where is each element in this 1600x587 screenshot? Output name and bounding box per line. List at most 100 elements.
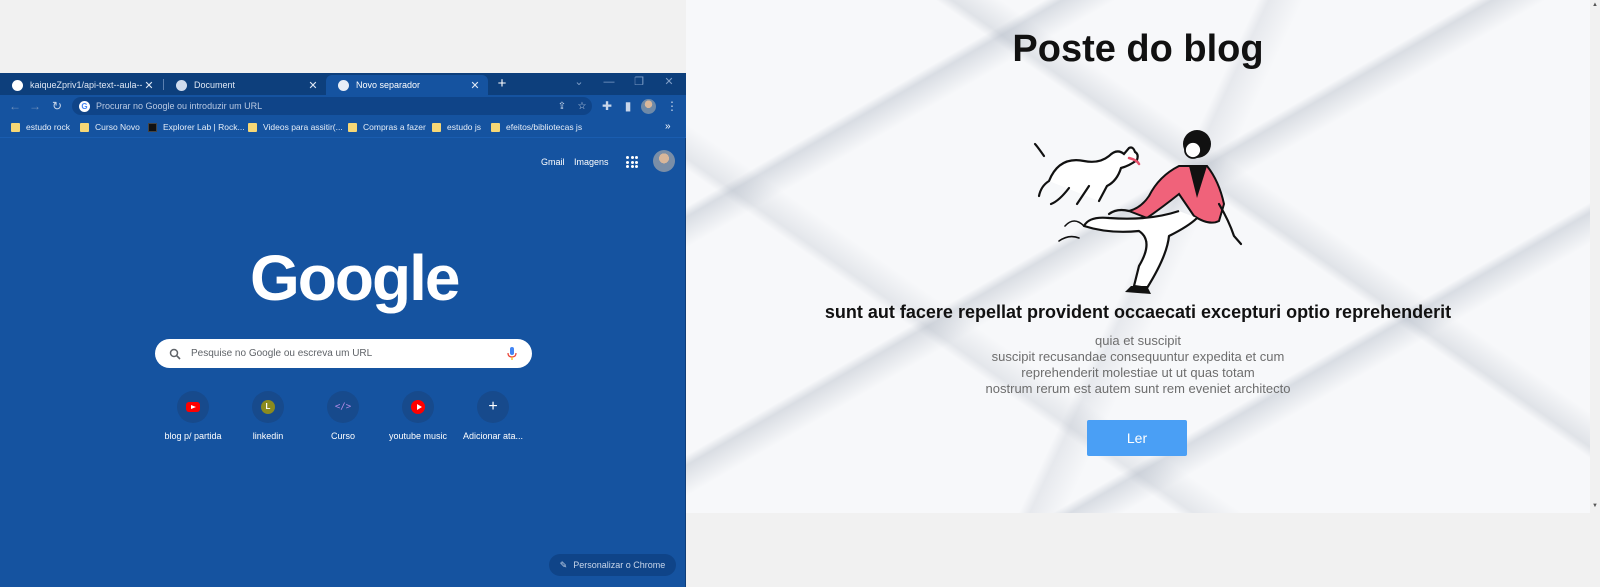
shortcut-tile: +: [477, 391, 509, 423]
tab-title: kaiqueZpriv1/api-text--aula---co: [30, 80, 142, 90]
page-title: Poste do blog: [1012, 28, 1264, 70]
google-g-icon: G: [79, 100, 90, 112]
shortcut-label: Adicionar ata...: [462, 431, 524, 441]
shortcut-tile: L: [252, 391, 284, 423]
blog-page: Poste do blog sunt aut facere repellat p…: [686, 0, 1590, 513]
chrome-icon: [338, 79, 349, 91]
back-icon[interactable]: ←: [7, 98, 23, 114]
search-input[interactable]: Pesquise no Google ou escreva um URL: [155, 339, 532, 368]
bookmark-item[interactable]: Explorer Lab | Rock...: [148, 122, 245, 132]
shortcut-youtube-music[interactable]: youtube music: [378, 391, 458, 441]
bookmark-item[interactable]: Compras a fazer: [348, 122, 426, 132]
profile-avatar[interactable]: [641, 99, 656, 114]
post-title: sunt aut facere repellat provident occae…: [824, 302, 1452, 322]
bookmark-label: Videos para assitir(...: [263, 122, 343, 132]
close-icon[interactable]: ✕: [306, 79, 320, 92]
tab-title: Novo separador: [356, 80, 421, 90]
post-body-line: quia et suscipit: [1095, 333, 1181, 348]
extensions-icon[interactable]: ✚: [599, 98, 615, 114]
window-close-icon[interactable]: ✕: [654, 73, 684, 95]
shortcut-curso[interactable]: </> Curso: [303, 391, 383, 441]
desktop: kaiqueZpriv1/api-text--aula---co ✕ Docum…: [0, 0, 1600, 587]
google-logo: Google: [250, 242, 460, 314]
chevron-right-icon[interactable]: »: [665, 121, 671, 132]
shortcut-tile: [177, 391, 209, 423]
customize-label: Personalizar o Chrome: [573, 560, 666, 570]
customize-chrome-button[interactable]: ✎ Personalizar o Chrome: [549, 554, 676, 576]
bookmark-item[interactable]: efeitos/bibliotecas js: [491, 122, 582, 132]
search-icon: [169, 348, 181, 360]
forward-icon[interactable]: →: [27, 98, 43, 114]
shortcut-label: youtube music: [388, 431, 448, 441]
microphone-icon[interactable]: [502, 346, 522, 361]
folder-icon: [11, 122, 20, 132]
page-scrollbar[interactable]: ▲ ▼: [1590, 0, 1600, 513]
shortcut-label: blog p/ partida: [164, 431, 222, 441]
close-icon[interactable]: ✕: [142, 79, 156, 92]
dog-and-person-illustration: [1033, 130, 1243, 294]
scroll-up-icon[interactable]: ▲: [1592, 2, 1598, 8]
letter-l-icon: L: [261, 400, 275, 414]
shortcut-blog[interactable]: blog p/ partida: [153, 391, 233, 441]
images-link[interactable]: Imagens: [574, 157, 609, 167]
post-body-line: suscipit recusandae consequuntur expedit…: [991, 349, 1285, 364]
add-shortcut[interactable]: + Adicionar ata...: [453, 391, 533, 441]
address-placeholder: Procurar no Google ou introduzir um URL: [96, 101, 263, 111]
post-body: quia et suscipit suscipit recusandae con…: [938, 333, 1338, 397]
plus-icon: +: [488, 398, 498, 415]
bookmark-label: efeitos/bibliotecas js: [506, 122, 583, 132]
tab-github[interactable]: kaiqueZpriv1/api-text--aula---co ✕: [0, 75, 162, 95]
reload-icon[interactable]: ↻: [49, 98, 65, 114]
maximize-icon[interactable]: ❐: [624, 73, 654, 95]
bookmarks-bar: estudo rock Curso Novo Explorer Lab | Ro…: [0, 118, 686, 138]
tab-strip: kaiqueZpriv1/api-text--aula---co ✕ Docum…: [0, 73, 686, 95]
site-icon: [148, 122, 157, 132]
youtube-icon: [186, 402, 200, 412]
folder-icon: [348, 122, 357, 132]
tab-search-icon[interactable]: ⌄: [564, 73, 594, 95]
shortcut-linkedin[interactable]: L linkedin: [228, 391, 308, 441]
youtube-music-icon: [411, 400, 425, 414]
folder-icon: [491, 122, 500, 132]
post-body-line: reprehenderit molestiae ut ut quas totam: [1021, 365, 1255, 380]
tab-new-tab[interactable]: Novo separador ✕: [326, 75, 488, 95]
bookmark-star-icon[interactable]: ☆: [572, 101, 592, 112]
bookmark-label: estudo rock: [26, 122, 70, 132]
shortcut-label: Curso: [330, 431, 355, 441]
bookmark-label: Compras a fazer: [363, 122, 426, 132]
post-body-line: nostrum rerum est autem sunt rem eveniet…: [985, 381, 1291, 396]
pencil-icon: ✎: [559, 559, 568, 570]
share-icon[interactable]: ⇪: [552, 101, 572, 112]
empty-area: [686, 513, 1600, 587]
bookmark-item[interactable]: Curso Novo: [80, 122, 140, 132]
folder-icon: [248, 122, 257, 132]
chrome-window: kaiqueZpriv1/api-text--aula---co ✕ Docum…: [0, 73, 686, 587]
bookmark-label: Curso Novo: [95, 122, 140, 132]
side-panel-icon[interactable]: ▮: [620, 98, 636, 114]
account-avatar[interactable]: [653, 150, 675, 172]
address-bar[interactable]: G Procurar no Google ou introduzir um UR…: [72, 97, 592, 115]
menu-icon[interactable]: ⋮: [664, 98, 680, 114]
read-button[interactable]: Ler: [1087, 420, 1187, 456]
globe-icon: [176, 79, 187, 91]
new-tab-button[interactable]: +: [493, 75, 511, 93]
bookmark-item[interactable]: estudo rock: [11, 122, 70, 132]
close-icon[interactable]: ✕: [468, 79, 482, 92]
bookmark-label: Explorer Lab | Rock...: [163, 122, 245, 132]
github-icon: [12, 79, 23, 91]
folder-icon: [432, 122, 441, 132]
shortcut-tile: </>: [327, 391, 359, 423]
apps-grid-icon[interactable]: [626, 156, 638, 168]
tab-title: Document: [194, 80, 236, 90]
minimize-icon[interactable]: —: [594, 73, 624, 95]
bookmark-item[interactable]: Videos para assitir(...: [248, 122, 343, 132]
scroll-down-icon[interactable]: ▼: [1592, 503, 1598, 509]
gmail-link[interactable]: Gmail: [541, 157, 565, 167]
tab-document[interactable]: Document ✕: [164, 75, 326, 95]
search-placeholder: Pesquise no Google ou escreva um URL: [191, 348, 373, 359]
code-icon: </>: [334, 402, 352, 412]
toolbar: ← → ↻ G Procurar no Google ou introduzir…: [0, 95, 686, 118]
bookmark-label: estudo js: [447, 122, 482, 132]
bookmark-item[interactable]: estudo js: [432, 122, 481, 132]
shortcut-label: linkedin: [252, 431, 284, 441]
